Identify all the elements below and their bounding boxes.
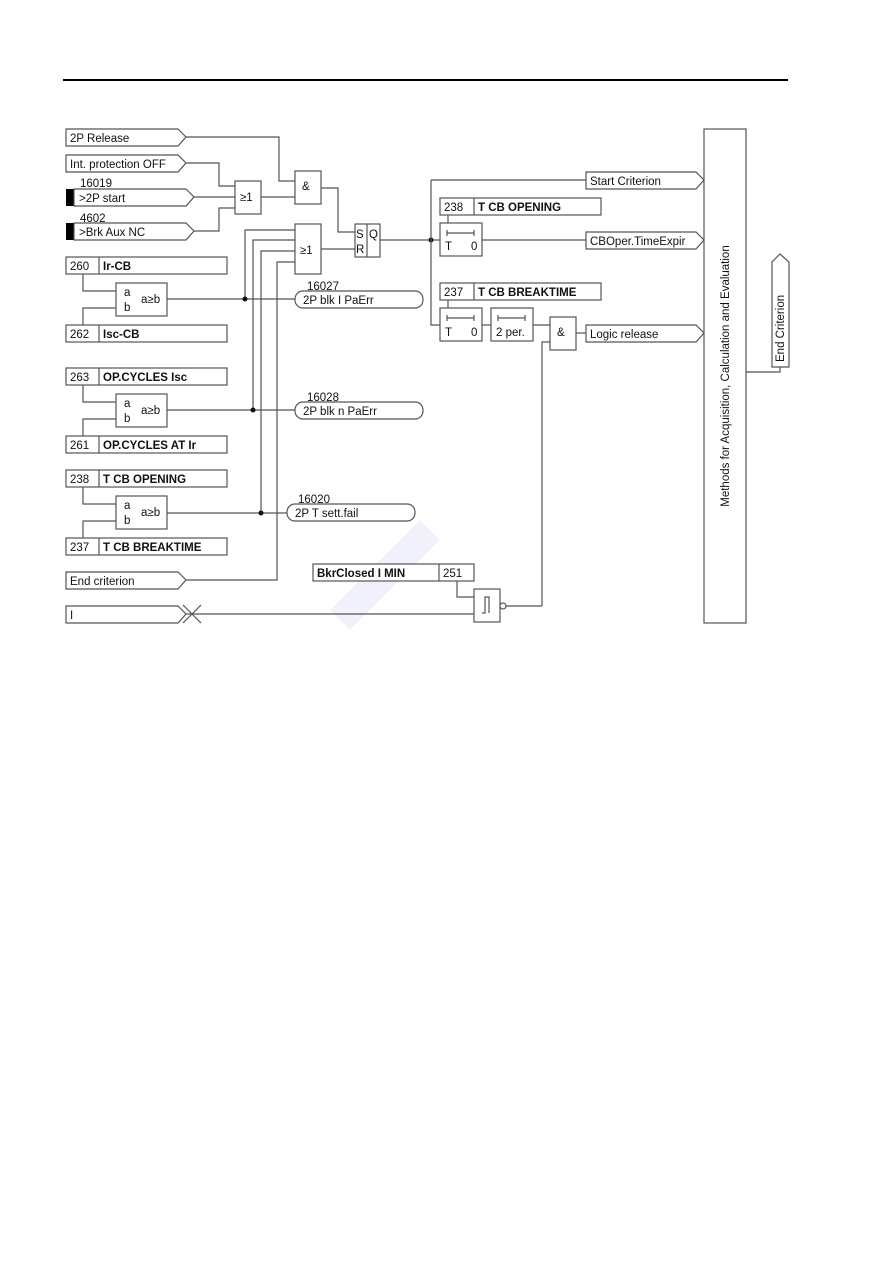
output-cboper-timeexpir: CBOper.TimeExpir — [585, 231, 705, 250]
cmp-b: b — [124, 413, 130, 425]
timer-t: T — [445, 327, 452, 339]
timer-zero: 0 — [471, 327, 477, 339]
param-262-isc-cb: 262 Isc-CB — [65, 324, 228, 343]
param-name: T CB OPENING — [478, 202, 561, 214]
output-logic-release: Logic release — [585, 324, 705, 343]
comparator-1: a b a≥b — [115, 282, 168, 317]
timer-2-periods: 2 per. — [490, 307, 534, 342]
or-gate-errors-label: ≥1 — [300, 245, 313, 257]
param-263-op-cycles-isc: 263 OP.CYCLES Isc — [65, 367, 228, 386]
input-current-i: I — [65, 605, 187, 624]
message-text: 2P blk n PaErr — [303, 406, 377, 418]
sr-set-label: S — [356, 229, 364, 241]
param-number: 238 — [444, 202, 463, 214]
output-logic-release-label: Logic release — [590, 329, 658, 341]
cmp-op: a≥b — [141, 405, 160, 417]
param-number: 262 — [70, 329, 89, 341]
or-gate-label: ≥1 — [240, 192, 253, 204]
param-name: T CB BREAKTIME — [478, 287, 577, 299]
timer-param-237: 237 T CB BREAKTIME — [439, 282, 602, 301]
param-bkr-closed-i-min: BkrClosed I MIN 251 — [312, 563, 475, 582]
binary-input-marker-icon — [66, 223, 74, 240]
input-2p-start-number: 16019 — [80, 178, 112, 190]
input-2p-release: 2P Release — [65, 128, 187, 147]
cmp-op: a≥b — [141, 507, 160, 519]
sr-reset-label: R — [356, 244, 364, 256]
binary-input-marker-icon — [66, 189, 74, 206]
timer-breaktime: T 0 — [439, 307, 483, 342]
timer-opening: T 0 — [439, 222, 483, 257]
output-end-criterion-label: End Criterion — [775, 295, 787, 362]
methods-box: Methods for Acquisition, Calculation and… — [703, 128, 747, 624]
input-brk-aux-nc: 4602 >Brk Aux NC — [66, 213, 195, 241]
junction-dot — [258, 510, 264, 516]
param-237-t-cb-breaktime: 237 T CB BREAKTIME — [65, 537, 228, 556]
cmp-b: b — [124, 302, 130, 314]
input-end-criterion-label: End criterion — [70, 576, 135, 588]
output-cboper-label: CBOper.TimeExpir — [590, 236, 686, 248]
sr-output-label: Q — [369, 229, 378, 241]
and-gate-logic-release: & — [549, 316, 577, 351]
param-name: Isc-CB — [103, 329, 139, 341]
message-text: 2P T sett.fail — [295, 508, 358, 520]
inverter-icon — [499, 602, 507, 610]
output-start-criterion-label: Start Criterion — [590, 176, 661, 188]
input-2p-start: 16019 >2P start — [66, 178, 195, 207]
param-name: BkrClosed I MIN — [317, 568, 405, 580]
param-number: 261 — [70, 440, 89, 452]
methods-box-label: Methods for Acquisition, Calculation and… — [720, 245, 732, 506]
input-2p-release-label: 2P Release — [70, 133, 129, 145]
and-gate-label: & — [302, 181, 310, 193]
message-text: 2P blk I PaErr — [303, 295, 374, 307]
comparator-2: a b a≥b — [115, 393, 168, 428]
or-gate-errors: ≥1 — [294, 223, 322, 275]
input-end-criterion: End criterion — [65, 571, 187, 590]
param-238-t-cb-opening: 238 T CB OPENING — [65, 469, 228, 488]
and-gate-release: & — [294, 170, 322, 205]
input-2p-start-label: >2P start — [79, 193, 126, 205]
timer-zero: 0 — [471, 241, 477, 253]
comparator-3: a b a≥b — [115, 495, 168, 530]
cmp-op: a≥b — [141, 294, 160, 306]
timer-param-238: 238 T CB OPENING — [439, 197, 602, 216]
message-16020: 16020 2P T sett.fail — [286, 494, 416, 522]
junction-dot — [250, 407, 256, 413]
param-number: 260 — [70, 261, 89, 273]
junction-dot — [242, 296, 248, 302]
param-261-op-cycles-at-ir: 261 OP.CYCLES AT Ir — [65, 435, 228, 454]
param-name: OP.CYCLES Isc — [103, 372, 188, 384]
output-end-criterion: End Criterion — [771, 253, 790, 368]
param-name: T CB OPENING — [103, 474, 186, 486]
input-int-protection-off-label: Int. protection OFF — [70, 159, 166, 171]
param-name: Ir-CB — [103, 261, 131, 273]
input-int-protection-off: Int. protection OFF — [65, 154, 187, 173]
param-number: 237 — [444, 287, 463, 299]
message-16027: 16027 2P blk I PaErr — [294, 281, 424, 309]
message-16028: 16028 2P blk n PaErr — [294, 392, 424, 420]
param-number: 251 — [443, 568, 462, 580]
param-260-ir-cb: 260 Ir-CB — [65, 256, 228, 275]
or-gate-inputs: ≥1 — [234, 180, 262, 215]
sr-flip-flop: S R Q — [354, 223, 381, 258]
cmp-b: b — [124, 515, 130, 527]
and-gate-label: & — [557, 327, 565, 339]
input-current-label: I — [70, 610, 73, 622]
param-name: OP.CYCLES AT Ir — [103, 440, 197, 452]
param-number: 263 — [70, 372, 89, 384]
output-start-criterion: Start Criterion — [585, 171, 705, 190]
cmp-a: a — [124, 287, 131, 299]
timer-t: T — [445, 241, 452, 253]
param-name: T CB BREAKTIME — [103, 542, 202, 554]
threshold-block — [473, 588, 507, 623]
param-number: 238 — [70, 474, 89, 486]
cmp-a: a — [124, 398, 131, 410]
input-brk-aux-nc-label: >Brk Aux NC — [79, 227, 145, 239]
param-number: 237 — [70, 542, 89, 554]
logic-diagram: 2P Release Int. protection OFF 16019 >2P… — [65, 128, 790, 630]
cmp-a: a — [124, 500, 131, 512]
timer-period: 2 per. — [496, 327, 525, 339]
